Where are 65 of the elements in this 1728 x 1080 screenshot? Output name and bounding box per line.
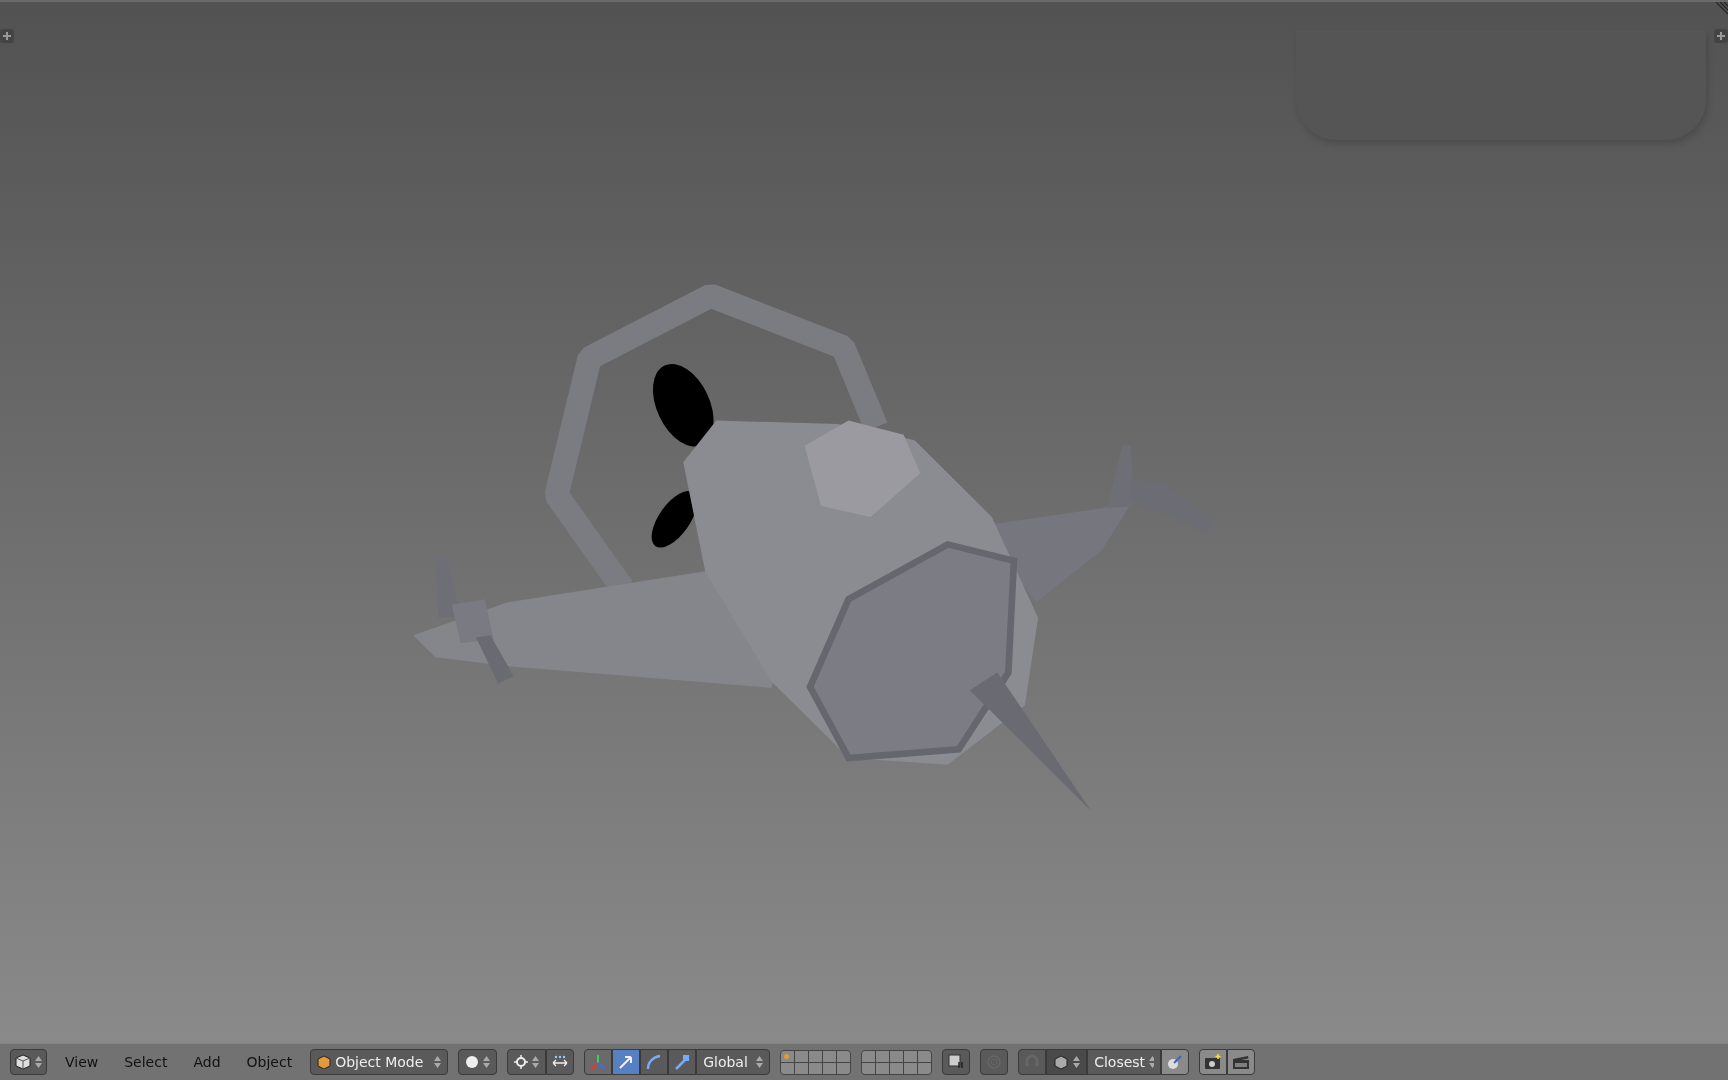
lock-camera-button[interactable]	[942, 1049, 971, 1075]
snap-pivot-button[interactable]	[546, 1049, 575, 1075]
corner-grip-icon[interactable]	[1714, 2, 1728, 16]
layer-button[interactable]	[809, 1050, 823, 1062]
layer-button[interactable]	[904, 1062, 918, 1074]
crosshair-icon	[514, 1055, 529, 1069]
plus-icon[interactable]	[0, 29, 14, 43]
menu-item[interactable]: Object	[238, 1054, 301, 1070]
render-animation-button[interactable]	[1227, 1049, 1256, 1075]
layer-button[interactable]	[918, 1050, 932, 1062]
object-dot-icon	[784, 1053, 790, 1059]
layer-button[interactable]	[795, 1050, 809, 1062]
updown-icon	[756, 1055, 764, 1069]
snap-toggle[interactable]	[1018, 1049, 1047, 1075]
cube-icon	[317, 1055, 332, 1069]
editor-type-button[interactable]	[10, 1049, 47, 1075]
cube-icon	[1053, 1054, 1070, 1070]
layer-button[interactable]	[862, 1062, 876, 1074]
updown-icon	[483, 1055, 491, 1069]
menu-item[interactable]: Select	[116, 1054, 176, 1070]
layer-button[interactable]	[890, 1062, 904, 1074]
plus-icon[interactable]	[1714, 29, 1728, 43]
updown-icon	[1149, 1055, 1155, 1069]
proportional-editing-button[interactable]	[980, 1049, 1009, 1075]
pivot-dropdown[interactable]	[507, 1049, 547, 1075]
layer-button[interactable]	[890, 1050, 904, 1062]
layer-button[interactable]	[876, 1050, 890, 1062]
clapperboard-icon	[1232, 1054, 1251, 1070]
layer-button[interactable]	[795, 1062, 809, 1074]
snap-element-dropdown[interactable]	[1046, 1049, 1088, 1075]
layer-button[interactable]	[837, 1062, 851, 1074]
layer-button[interactable]	[823, 1062, 837, 1074]
sphere-icon	[465, 1055, 480, 1069]
translate-manipulator-button[interactable]	[612, 1049, 641, 1075]
layer-button[interactable]	[862, 1050, 876, 1062]
3d-viewport[interactable]	[0, 0, 1728, 1043]
orientation-dropdown[interactable]: Global	[696, 1049, 771, 1075]
menu-item[interactable]: View	[57, 1054, 107, 1070]
pin-icon	[1167, 1054, 1184, 1070]
cube-icon	[15, 1054, 31, 1070]
scale-handle-icon	[673, 1053, 692, 1071]
snap-target-dropdown[interactable]: Closest	[1087, 1049, 1162, 1075]
updown-icon	[532, 1055, 540, 1069]
layer-button[interactable]	[876, 1062, 890, 1074]
axes-icon	[589, 1053, 608, 1071]
shading-dropdown[interactable]	[458, 1049, 498, 1075]
updown-icon	[35, 1055, 42, 1069]
layer-button[interactable]	[781, 1050, 795, 1062]
updown-icon	[434, 1055, 442, 1069]
rotate-manipulator-button[interactable]	[640, 1049, 669, 1075]
manipulator-toggle[interactable]	[584, 1049, 613, 1075]
layer-button[interactable]	[904, 1050, 918, 1062]
snap-align-button[interactable]	[1161, 1049, 1190, 1075]
layer-button[interactable]	[918, 1062, 932, 1074]
layer-button[interactable]	[781, 1062, 795, 1074]
layer-link-icon	[948, 1054, 965, 1070]
menu-item[interactable]: Add	[185, 1054, 229, 1070]
scale-manipulator-button[interactable]	[668, 1049, 697, 1075]
layer-button[interactable]	[823, 1050, 837, 1062]
layer-button[interactable]	[809, 1062, 823, 1074]
updown-icon	[1073, 1055, 1081, 1069]
mode-dropdown[interactable]: Object Mode	[310, 1049, 449, 1075]
camera-icon	[1204, 1054, 1223, 1070]
render-image-button[interactable]	[1199, 1049, 1228, 1075]
layer-button[interactable]	[837, 1050, 851, 1062]
